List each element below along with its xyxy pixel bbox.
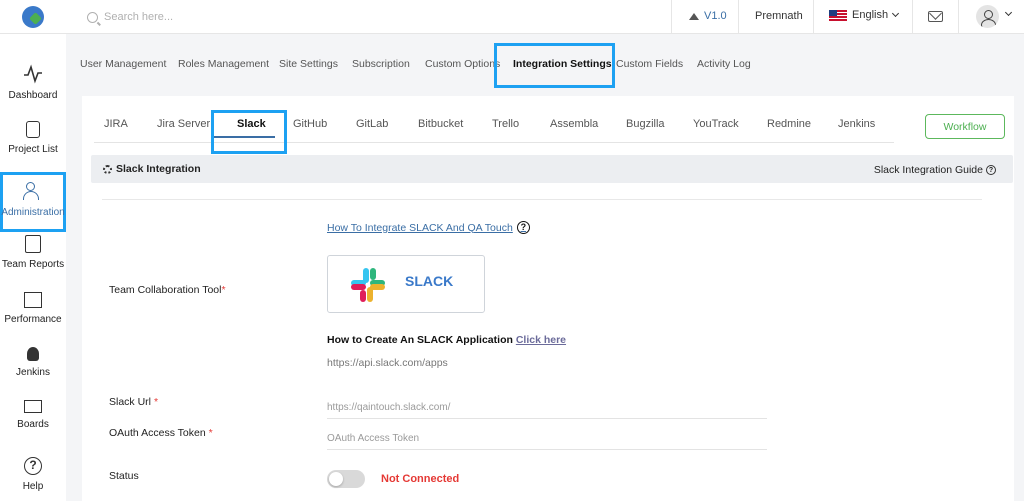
divider <box>813 0 814 34</box>
activity-icon <box>24 64 42 84</box>
tab-roles-management[interactable]: Roles Management <box>178 58 269 70</box>
tab-jenkins[interactable]: Jenkins <box>838 118 875 130</box>
version-label: V1.0 <box>704 10 727 22</box>
slack-url-label: Slack Url * <box>109 396 159 408</box>
sidebar-item-label: Team Reports <box>1 259 65 270</box>
tab-custom-fields[interactable]: Custom Fields <box>616 58 683 70</box>
panel-title-text: Slack Integration <box>116 163 201 175</box>
highlight-box <box>211 110 287 154</box>
click-here-link[interactable]: Click here <box>516 334 566 346</box>
tab-github[interactable]: GitHub <box>293 118 327 130</box>
report-icon <box>25 235 41 253</box>
tab-bugzilla[interactable]: Bugzilla <box>626 118 665 130</box>
sidebar-item-label: Performance <box>4 314 62 325</box>
status-toggle[interactable] <box>327 470 365 488</box>
tab-assembla[interactable]: Assembla <box>550 118 598 130</box>
divider <box>102 199 982 200</box>
search-input[interactable] <box>104 11 304 23</box>
tab-trello[interactable]: Trello <box>492 118 519 130</box>
integration-card: JIRA Jira Server Slack GitHub GitLab Bit… <box>82 96 1014 501</box>
tab-bitbucket[interactable]: Bitbucket <box>418 118 463 130</box>
version-icon <box>689 12 699 20</box>
chevron-down-icon <box>892 9 900 18</box>
howto-link[interactable]: How To Integrate SLACK And QA Touch ? <box>327 221 530 234</box>
gear-icon <box>103 164 112 174</box>
tab-jira-server[interactable]: Jira Server <box>157 118 210 130</box>
mail-icon[interactable] <box>928 11 943 22</box>
tab-custom-options[interactable]: Custom Options <box>425 58 500 70</box>
app-logo[interactable] <box>22 6 44 28</box>
integration-guide-link[interactable]: Slack Integration Guide ? <box>874 164 996 176</box>
divider <box>671 0 672 34</box>
board-icon <box>24 400 42 413</box>
help-icon: ? <box>24 457 42 475</box>
clipboard-icon <box>26 121 40 138</box>
divider <box>958 0 959 34</box>
sidebar-item-administration[interactable]: Administration <box>0 172 66 232</box>
us-flag-icon <box>829 9 847 21</box>
create-app-text: How to Create An SLACK Application Click… <box>327 334 567 346</box>
sidebar-item-label: Help <box>22 481 44 492</box>
sidebar-item-label: Dashboard <box>8 90 58 101</box>
token-input[interactable] <box>327 428 767 450</box>
help-icon[interactable]: ? <box>516 221 530 234</box>
sidebar-item-help[interactable]: ? Help <box>0 457 66 501</box>
sidebar-item-performance[interactable]: Performance <box>0 292 66 348</box>
sidebar-item-label: Administration <box>1 207 65 218</box>
admin-tabs: User Management Roles Management Site Se… <box>66 34 1024 96</box>
slack-logo-icon <box>351 268 385 302</box>
sidebar-item-boards[interactable]: Boards <box>0 400 66 456</box>
tool-label: Team Collaboration Tool* <box>109 284 226 296</box>
tab-youtrack[interactable]: YouTrack <box>693 118 739 130</box>
chart-icon <box>24 292 42 308</box>
avatar[interactable] <box>976 5 999 28</box>
search-icon <box>87 11 98 23</box>
sidebar-item-label: Jenkins <box>16 367 50 378</box>
slack-url-input[interactable] <box>327 397 767 419</box>
language-label: English <box>852 9 889 21</box>
sidebar: Dashboard Project List Administration Te… <box>0 34 66 501</box>
workflow-button[interactable]: Workflow <box>925 114 1005 139</box>
api-url-text: https://api.slack.com/apps <box>327 357 448 369</box>
status-label: Status <box>109 470 139 482</box>
howto-label: How To Integrate SLACK And QA Touch <box>327 221 513 234</box>
tab-gitlab[interactable]: GitLab <box>356 118 388 130</box>
tab-subscription[interactable]: Subscription <box>352 58 410 70</box>
users-icon <box>23 181 43 201</box>
tab-user-management[interactable]: User Management <box>80 58 166 70</box>
slack-name: SLACK <box>405 273 454 289</box>
token-label: OAuth Access Token * <box>109 427 213 439</box>
jenkins-icon <box>27 347 39 361</box>
sidebar-item-jenkins[interactable]: Jenkins <box>0 347 66 403</box>
language-selector[interactable]: English <box>829 9 900 21</box>
chevron-down-icon[interactable] <box>1004 8 1013 17</box>
guide-label: Slack Integration Guide <box>873 164 983 176</box>
tab-activity-log[interactable]: Activity Log <box>697 58 751 70</box>
divider <box>738 0 739 34</box>
top-bar: V1.0 Premnath English <box>0 0 1024 34</box>
search-box[interactable] <box>87 9 304 25</box>
panel-header: Slack Integration Slack Integration Guid… <box>91 155 1013 183</box>
sidebar-item-label: Boards <box>17 419 49 430</box>
tab-site-settings[interactable]: Site Settings <box>279 58 338 70</box>
main-content: User Management Roles Management Site Se… <box>66 34 1024 501</box>
version-indicator[interactable]: V1.0 <box>689 10 727 22</box>
sidebar-item-dashboard[interactable]: Dashboard <box>0 64 66 120</box>
tab-redmine[interactable]: Redmine <box>767 118 811 130</box>
divider <box>912 0 913 34</box>
status-badge: Not Connected <box>381 473 460 485</box>
highlight-box <box>494 43 615 88</box>
sidebar-item-label: Project List <box>8 144 58 155</box>
sidebar-item-team-reports[interactable]: Team Reports <box>0 235 66 291</box>
panel-title: Slack Integration <box>103 163 201 175</box>
user-name[interactable]: Premnath <box>755 10 803 22</box>
tab-jira[interactable]: JIRA <box>104 118 128 130</box>
sidebar-item-project-list[interactable]: Project List <box>0 121 66 177</box>
slack-tool-card[interactable]: SLACK <box>327 255 485 313</box>
help-icon: ? <box>986 165 996 175</box>
